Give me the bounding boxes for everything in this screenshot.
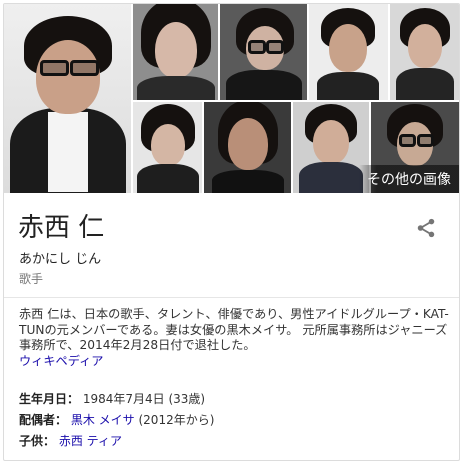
gallery-photo[interactable]: [204, 102, 291, 193]
gallery-photo[interactable]: [293, 102, 369, 193]
entity-type: 歌手: [19, 272, 44, 286]
entity-reading: あかにし じん: [19, 252, 102, 267]
description-text: 赤西 仁は、日本の歌手、タレント、俳優であり、男性アイドルグループ・KAT-TU…: [19, 307, 449, 352]
more-images-label: その他の画像: [367, 172, 451, 188]
gallery-photo[interactable]: [133, 4, 218, 100]
fact-spouse-label: 配偶者：: [19, 413, 68, 427]
child-link[interactable]: 赤西 ティア: [59, 434, 122, 448]
gallery-photo[interactable]: [220, 4, 307, 100]
entity-header: 赤西 仁 あかにし じん 歌手: [4, 193, 459, 298]
fact-birth-label: 生年月日：: [19, 392, 80, 406]
fact-birth: 生年月日： 1984年7月4日 (33歳): [19, 389, 449, 410]
gallery-photo[interactable]: [309, 4, 388, 100]
fact-spouse: 配偶者： 黒木 メイサ (2012年から): [19, 410, 449, 431]
main-photo[interactable]: [4, 4, 131, 193]
fact-child-label: 子供：: [19, 434, 56, 448]
entity-description: 赤西 仁は、日本の歌手、タレント、俳優であり、男性アイドルグループ・KAT-TU…: [19, 307, 449, 369]
share-icon[interactable]: [415, 217, 437, 239]
wikipedia-link[interactable]: ウィキペディア: [19, 354, 103, 368]
fact-child: 子供： 赤西 ティア: [19, 431, 449, 452]
fact-spouse-note: (2012年から): [134, 413, 215, 427]
entity-title: 赤西 仁: [18, 213, 105, 243]
fact-birth-value: 1984年7月4日 (33歳): [82, 392, 206, 406]
more-images-link[interactable]: その他の画像: [359, 165, 459, 193]
gallery-photo[interactable]: [133, 102, 202, 193]
gallery-photo[interactable]: [390, 4, 459, 100]
image-gallery[interactable]: その他の画像: [4, 4, 459, 193]
knowledge-panel: その他の画像 赤西 仁 あかにし じん 歌手 赤西 仁は、日本の歌手、タレント、…: [3, 3, 460, 461]
facts-list: 生年月日： 1984年7月4日 (33歳) 配偶者： 黒木 メイサ (2012年…: [19, 389, 449, 452]
spouse-link[interactable]: 黒木 メイサ: [71, 413, 135, 427]
